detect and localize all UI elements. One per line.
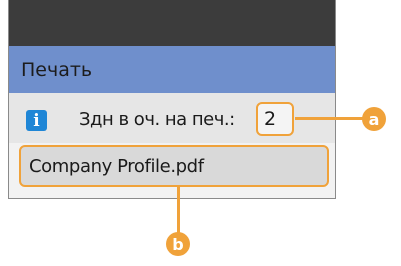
callout-a-marker: a	[362, 107, 386, 131]
jobs-in-queue-label: Здн в оч. на печ.:	[79, 109, 235, 130]
screen-title: Печать	[21, 58, 93, 81]
top-bar	[9, 0, 335, 46]
jobs-in-queue-count: 2	[256, 102, 294, 136]
file-name: Company Profile.pdf	[29, 155, 204, 177]
callout-b-marker: b	[166, 232, 190, 256]
printer-panel: Печать i Здн в оч. на печ.: 2 Company Pr…	[8, 0, 336, 199]
print-queue-info-row: i Здн в оч. на печ.: 2	[9, 93, 335, 143]
current-file-item[interactable]: Company Profile.pdf	[19, 145, 329, 187]
jobs-in-queue-value: 2	[264, 108, 277, 130]
callout-b-line	[177, 187, 180, 233]
title-bar: Печать	[9, 46, 335, 93]
info-icon[interactable]: i	[26, 110, 47, 131]
callout-a-line	[295, 117, 363, 120]
